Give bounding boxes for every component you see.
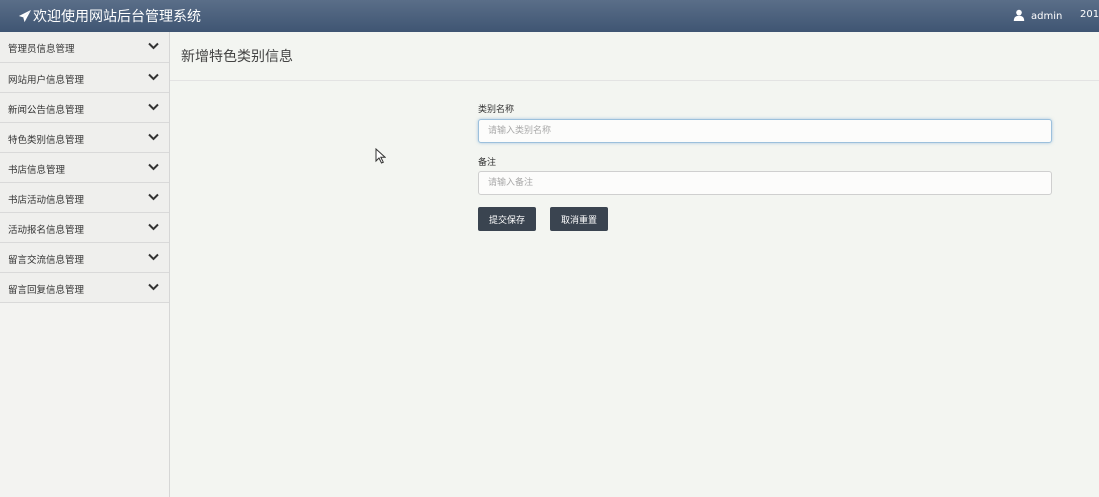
chevron-down-icon (148, 133, 159, 141)
submit-save-button[interactable]: 提交保存 (478, 207, 536, 231)
sidebar-item-label: 书店活动信息管理 (8, 195, 85, 206)
chevron-down-icon (148, 42, 159, 50)
chevron-down-icon (148, 103, 159, 111)
sidebar-item-store-events[interactable]: 书店活动信息管理 (0, 183, 169, 213)
sidebar-item-label: 管理员信息管理 (8, 44, 75, 55)
sidebar-item-label: 书店信息管理 (8, 165, 66, 176)
mouse-pointer-icon (375, 148, 386, 164)
note-input[interactable] (478, 171, 1052, 195)
username: admin (1031, 11, 1063, 22)
cancel-reset-button[interactable]: 取消重置 (550, 207, 608, 231)
brand[interactable]: 欢迎使用网站后台管理系统 (18, 6, 201, 26)
sidebar-item-label: 网站用户信息管理 (8, 75, 85, 86)
category-name-label: 类别名称 (478, 105, 515, 115)
header-date: 2019 (1080, 9, 1099, 20)
sidebar-item-registrations[interactable]: 活动报名信息管理 (0, 213, 169, 243)
app-title: 欢迎使用网站后台管理系统 (33, 9, 201, 25)
sidebar-item-site-users[interactable]: 网站用户信息管理 (0, 63, 169, 93)
sidebar-item-categories[interactable]: 特色类别信息管理 (0, 123, 169, 153)
chevron-down-icon (148, 223, 159, 231)
sidebar-item-replies[interactable]: 留言回复信息管理 (0, 273, 169, 303)
chevron-down-icon (148, 73, 159, 81)
user-icon (1013, 9, 1025, 21)
sidebar-item-admin[interactable]: 管理员信息管理 (0, 32, 169, 63)
chevron-down-icon (148, 283, 159, 291)
chevron-down-icon (148, 253, 159, 261)
sidebar-item-news[interactable]: 新闻公告信息管理 (0, 93, 169, 123)
sidebar: 管理员信息管理 网站用户信息管理 新闻公告信息管理 特色类别信息管理 书店信息管… (0, 32, 170, 497)
paper-plane-icon (18, 9, 32, 23)
chevron-down-icon (148, 193, 159, 201)
sidebar-item-label: 活动报名信息管理 (8, 225, 85, 236)
chevron-down-icon (148, 163, 159, 171)
sidebar-item-messages[interactable]: 留言交流信息管理 (0, 243, 169, 273)
sidebar-item-label: 新闻公告信息管理 (8, 105, 85, 116)
main-content: 新增特色类别信息 类别名称 备注 提交保存 取消重置 (170, 32, 1099, 497)
sidebar-item-label: 留言交流信息管理 (8, 255, 85, 266)
note-label: 备注 (478, 158, 497, 168)
sidebar-item-label: 留言回复信息管理 (8, 285, 85, 296)
user-menu[interactable]: admin (1013, 9, 1062, 22)
sidebar-item-label: 特色类别信息管理 (8, 135, 85, 146)
category-name-input[interactable] (478, 119, 1052, 143)
top-navbar: 欢迎使用网站后台管理系统 admin 2019 (0, 0, 1099, 32)
page-title: 新增特色类别信息 (181, 49, 293, 65)
sidebar-item-bookstores[interactable]: 书店信息管理 (0, 153, 169, 183)
title-divider (170, 80, 1099, 81)
